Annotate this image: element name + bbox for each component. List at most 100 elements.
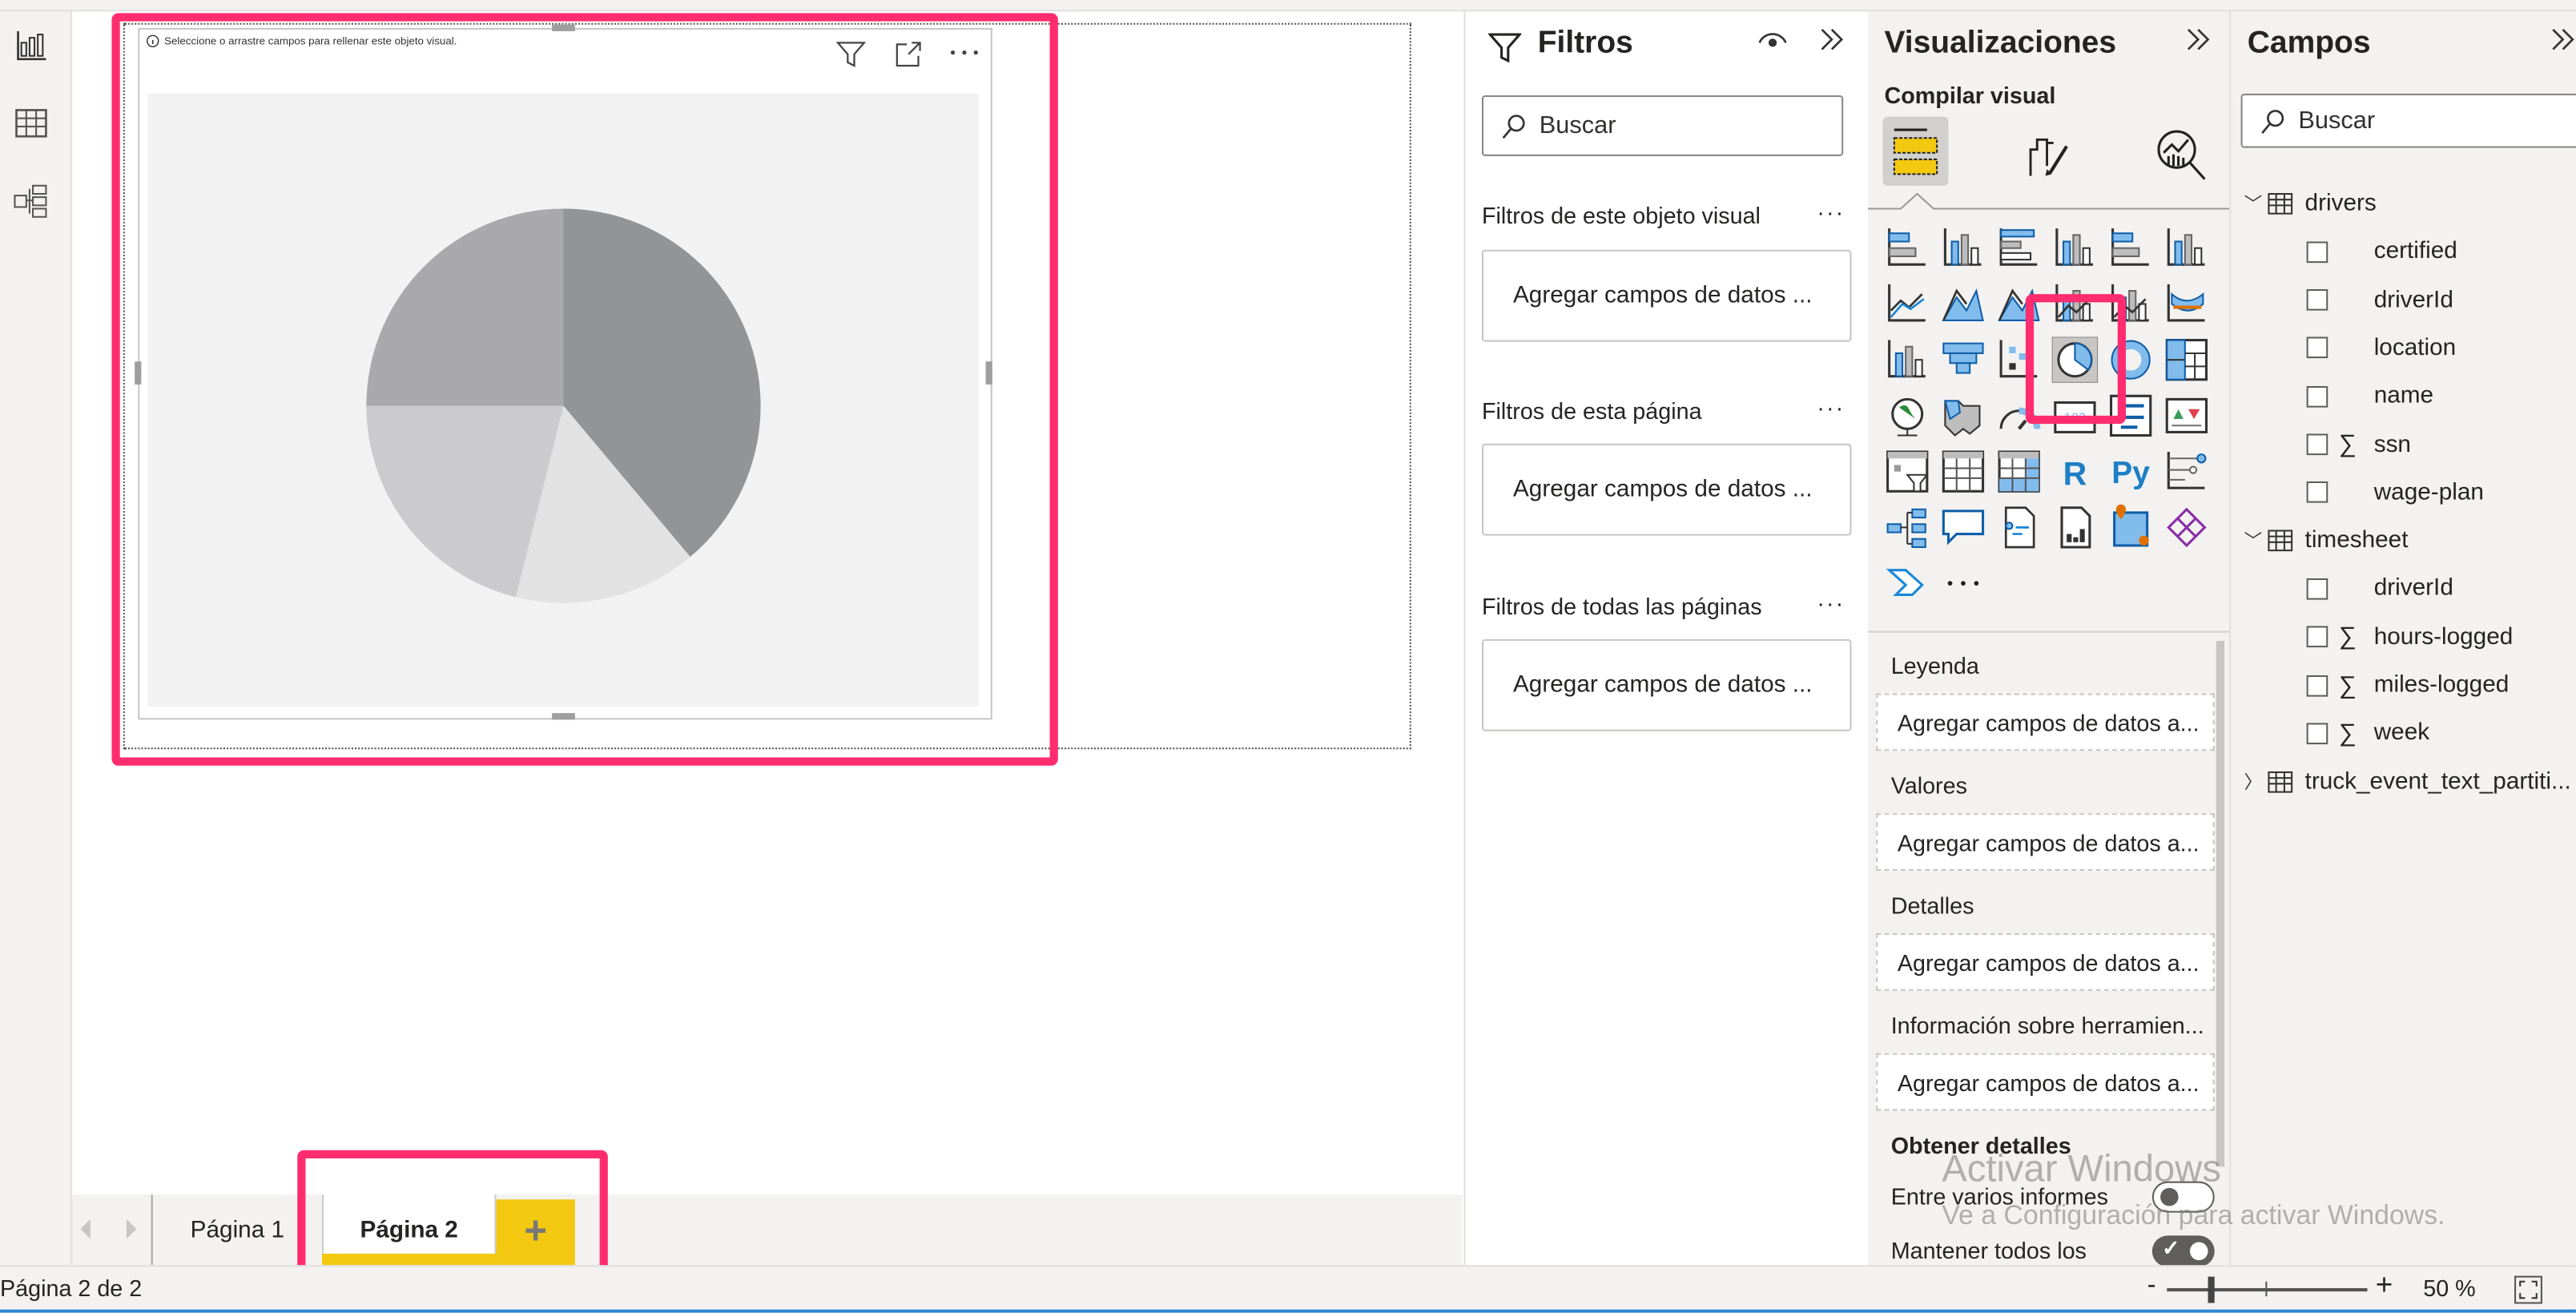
sigma-icon: ∑	[2338, 622, 2357, 651]
field-checkbox[interactable]	[2306, 481, 2328, 504]
svg-text:Py: Py	[2111, 456, 2150, 490]
field-checkbox[interactable]	[2306, 385, 2328, 408]
well-details-drop[interactable]: Agregar campos de datos a...	[1876, 932, 2215, 991]
section-visual-filters: Filtros de este objeto visual	[1482, 202, 1761, 229]
viz-scrollbar[interactable]	[2216, 640, 2225, 1167]
zoom-out-button[interactable]: -	[2147, 1271, 2156, 1301]
line-icon[interactable]	[1884, 281, 1930, 327]
100-stacked-column-icon[interactable]	[2163, 225, 2209, 271]
table-icon[interactable]	[1940, 449, 1986, 494]
collapse-fields-icon[interactable]	[2550, 26, 2576, 53]
decomposition-tree-icon[interactable]	[1884, 505, 1930, 550]
r-visual-icon[interactable]: R	[2052, 449, 2098, 494]
sigma-icon: ∑	[2338, 430, 2357, 459]
field-certified[interactable]: certified	[2306, 234, 2457, 270]
waterfall-icon[interactable]	[1884, 336, 1930, 382]
field-checkbox[interactable]	[2306, 578, 2328, 600]
smart-narrative-icon[interactable]	[1996, 505, 2042, 550]
drop-visual-filters[interactable]: Agregar campos de datos ...	[1482, 249, 1852, 342]
table-icon	[2268, 771, 2293, 792]
key-influencers-icon[interactable]	[2163, 449, 2209, 494]
field-checkbox[interactable]	[2306, 289, 2328, 311]
next-page-icon[interactable]	[125, 1218, 138, 1239]
field-wage-plan[interactable]: wage-plan	[2306, 474, 2484, 510]
highlight-pie-icon	[2025, 294, 2126, 425]
field-driverId[interactable]: driverId	[2306, 570, 2453, 606]
table-timesheet[interactable]: ﹀ timesheet	[2244, 522, 2409, 558]
model-view-icon[interactable]	[13, 184, 49, 220]
search-icon	[2261, 109, 2284, 133]
field-checkbox[interactable]	[2306, 674, 2328, 696]
field-driverId[interactable]: driverId	[2306, 282, 2453, 318]
eye-icon[interactable]	[1758, 28, 1788, 51]
stacked-bar-icon[interactable]	[1884, 225, 1930, 271]
field-hours-logged[interactable]: ∑ hours-logged	[2306, 619, 2513, 655]
field-checkbox[interactable]	[2306, 626, 2328, 648]
matrix-icon[interactable]	[1996, 449, 2042, 494]
more-icon[interactable]	[1940, 560, 1986, 606]
visualizations-title: Visualizaciones	[1884, 26, 2117, 61]
highlight-tabs	[297, 1150, 608, 1283]
chevron-right-icon[interactable]: 〉	[2244, 768, 2268, 795]
field-location[interactable]: location	[2306, 330, 2456, 366]
collapse-filters-icon[interactable]	[1818, 26, 1845, 53]
field-name: certified	[2373, 239, 2457, 265]
drop-page-filters[interactable]: Agregar campos de datos ...	[1482, 443, 1852, 536]
slicer-icon[interactable]	[1884, 449, 1930, 494]
report-view-icon[interactable]	[13, 28, 49, 64]
zoom-slider-thumb[interactable]	[2208, 1276, 2215, 1303]
ribbon-icon[interactable]	[2163, 281, 2209, 327]
well-legend-drop[interactable]: Agregar campos de datos a...	[1876, 693, 2215, 751]
well-values-drop[interactable]: Agregar campos de datos a...	[1876, 813, 2215, 872]
field-name[interactable]: name	[2306, 378, 2433, 414]
zoom-in-button[interactable]: +	[2376, 1268, 2393, 1303]
field-checkbox[interactable]	[2306, 337, 2328, 359]
well-tooltips-drop[interactable]: Agregar campos de datos a...	[1876, 1053, 2215, 1111]
more-icon[interactable]: ···	[1817, 590, 1845, 616]
keep-filters-toggle[interactable]: ✓	[2151, 1235, 2215, 1267]
power-automate-icon[interactable]	[1884, 560, 1930, 606]
table-name: drivers	[2304, 190, 2377, 217]
paginated-report-icon[interactable]	[2052, 505, 2098, 550]
fields-search[interactable]: Buscar	[2240, 93, 2576, 148]
field-checkbox[interactable]	[2306, 723, 2328, 744]
funnel-icon	[1488, 33, 1522, 63]
area-icon[interactable]	[1940, 281, 1986, 327]
analytics-icon[interactable]	[2154, 127, 2210, 183]
arcgis-map-icon[interactable]	[2107, 504, 2153, 550]
svg-text:R: R	[2063, 455, 2087, 492]
stacked-column-icon[interactable]	[1940, 225, 1986, 271]
more-icon[interactable]: ···	[1817, 394, 1845, 421]
filters-search[interactable]: Buscar	[1482, 95, 1844, 156]
field-miles-logged[interactable]: ∑ miles-logged	[2306, 667, 2509, 703]
field-ssn[interactable]: ∑ ssn	[2306, 426, 2411, 462]
format-visual-icon[interactable]	[2024, 127, 2077, 179]
collapse-viz-icon[interactable]	[2185, 26, 2212, 53]
fit-to-page-icon[interactable]	[2514, 1275, 2543, 1305]
kpi-icon[interactable]	[2163, 393, 2209, 438]
field-checkbox[interactable]	[2306, 241, 2328, 263]
field-checkbox[interactable]	[2306, 433, 2328, 456]
more-icon[interactable]: ···	[1817, 199, 1845, 225]
100-stacked-bar-icon[interactable]	[2107, 225, 2153, 271]
data-view-icon[interactable]	[13, 105, 49, 141]
sigma-icon: ∑	[2338, 719, 2357, 747]
prev-page-icon[interactable]	[78, 1218, 91, 1239]
clustered-column-icon[interactable]	[2052, 225, 2098, 271]
funnel-icon[interactable]	[1940, 336, 1986, 382]
filled-map-icon[interactable]	[1940, 393, 1986, 438]
clustered-bar-icon[interactable]	[1996, 225, 2042, 271]
field-week[interactable]: ∑ week	[2306, 715, 2429, 751]
table-drivers[interactable]: ﹀ drivers	[2244, 186, 2377, 222]
chevron-down-icon[interactable]: ﹀	[2244, 191, 2268, 217]
map-icon[interactable]	[1884, 393, 1930, 438]
build-tab[interactable]	[1882, 116, 1949, 186]
python-visual-icon[interactable]: Py	[2107, 449, 2153, 494]
drop-all-pages-filters[interactable]: Agregar campos de datos ...	[1482, 638, 1852, 731]
page-count: Página 2 de 2	[0, 1275, 143, 1302]
qna-icon[interactable]	[1940, 505, 1986, 550]
power-apps-icon[interactable]	[2163, 505, 2209, 550]
chevron-down-icon[interactable]: ﹀	[2244, 528, 2268, 554]
table-truck-event-text-partiti-[interactable]: 〉 truck_event_text_partiti...	[2244, 763, 2571, 799]
treemap-icon[interactable]	[2163, 336, 2209, 382]
